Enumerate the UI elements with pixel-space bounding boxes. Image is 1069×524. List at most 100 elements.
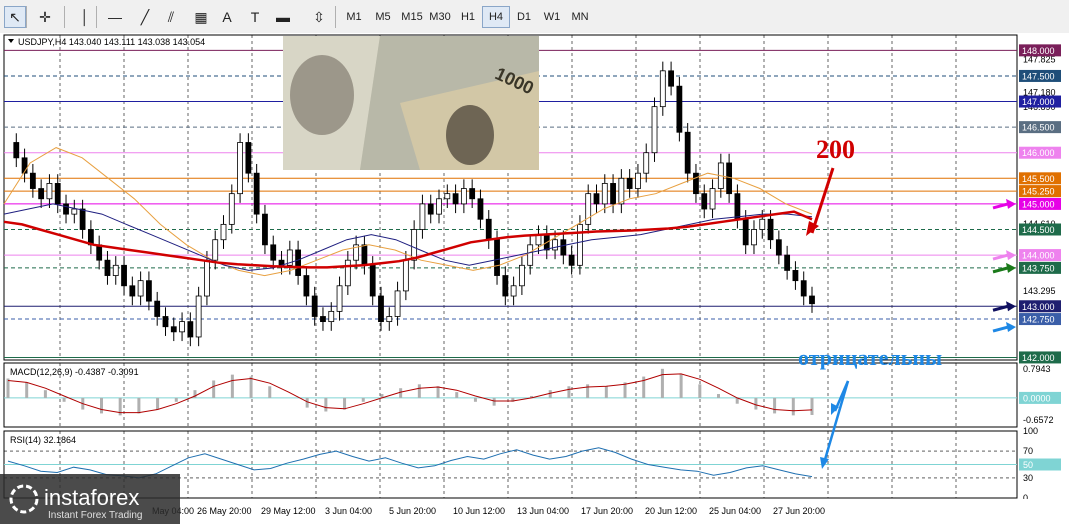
crosshair-tool[interactable]: ✛ xyxy=(34,6,56,28)
candle-body xyxy=(668,70,674,87)
horizontal-line-tool[interactable]: — xyxy=(104,6,126,28)
macd-axis-label: -0.6572 xyxy=(1023,415,1054,425)
candle-body xyxy=(419,203,426,230)
timeframe-m1[interactable]: M1 xyxy=(340,6,368,28)
price-tag-label: 142.000 xyxy=(1022,353,1055,363)
time-axis-label: 20 Jun 12:00 xyxy=(645,506,697,516)
time-axis-label: 29 May 12:00 xyxy=(261,506,316,516)
candle-body xyxy=(684,131,691,174)
cursor-tool[interactable]: ↖ xyxy=(4,6,26,28)
timeframe-mn[interactable]: MN xyxy=(566,6,594,28)
macd-label: MACD(12,26,9) -0.4387 -0.3091 xyxy=(10,367,139,377)
candle-body xyxy=(527,244,534,266)
candle-body xyxy=(54,183,61,205)
candle-body xyxy=(38,188,45,200)
candle-body xyxy=(162,316,169,328)
annotation-200: 200 xyxy=(816,135,855,164)
candle-body xyxy=(742,218,749,246)
candle-body xyxy=(63,203,69,215)
candle-body xyxy=(361,244,368,266)
candle-body xyxy=(809,295,815,305)
candle-body xyxy=(137,280,144,297)
fibonacci-tool[interactable]: ▦ xyxy=(190,6,212,28)
candle-body xyxy=(195,295,202,338)
candle-body xyxy=(593,193,600,205)
candle-body xyxy=(709,188,716,210)
text-label-tool[interactable]: T xyxy=(244,6,266,28)
rsi-axis-label: 100 xyxy=(1023,426,1038,436)
candle-body xyxy=(13,142,20,159)
candle-body xyxy=(336,285,343,312)
candle-body xyxy=(129,285,136,297)
macd-axis-label: 0.0000 xyxy=(1023,393,1051,403)
price-tag-label: 144.500 xyxy=(1022,225,1055,235)
annotation-negative: отрицательны xyxy=(798,345,942,370)
candle-body xyxy=(71,208,78,215)
candle-body xyxy=(96,244,103,261)
trendline-tool[interactable]: ╱ xyxy=(134,6,156,28)
arrows-tool[interactable]: ⇳ xyxy=(306,6,332,28)
chart-toolbar: ↖ ✛ │ — ╱ ⫽ ▦ A T ▬ ⇳ M1 M5 M15 M30 H1 H4 D1 W1 MN xyxy=(0,0,1069,34)
usd-jpy-banknotes-image: 1000 xyxy=(283,36,539,170)
candle-body xyxy=(187,321,194,338)
rectangle-tool[interactable]: ▬ xyxy=(272,6,294,28)
candle-body xyxy=(635,172,641,189)
vertical-line-tool[interactable]: │ xyxy=(74,6,96,28)
candle-body xyxy=(170,326,177,333)
candle-body xyxy=(146,280,152,302)
time-axis-label: 5 Jun 20:00 xyxy=(389,506,436,516)
candle-body xyxy=(568,254,575,266)
price-tag-label: 143.000 xyxy=(1022,302,1055,312)
timeframe-m15[interactable]: M15 xyxy=(398,6,426,28)
candle-body xyxy=(701,193,708,210)
price-axis-label: 143.295 xyxy=(1023,286,1056,296)
candle-body xyxy=(585,193,592,225)
toolbar-separator xyxy=(26,6,27,28)
candle-body xyxy=(328,310,335,323)
candle-body xyxy=(228,193,235,225)
candle-body xyxy=(469,188,476,200)
candle-body xyxy=(784,254,791,271)
candle-body xyxy=(767,218,774,241)
rsi-axis-label: 70 xyxy=(1023,446,1033,456)
time-axis-label: 13 Jun 04:00 xyxy=(517,506,569,516)
candle-body xyxy=(800,280,807,297)
candle-body xyxy=(452,193,459,205)
candle-body xyxy=(552,239,558,251)
candle-body xyxy=(751,229,757,246)
time-axis-label: 17 Jun 20:00 xyxy=(581,506,633,516)
candle-body xyxy=(212,239,219,261)
candle-body xyxy=(112,264,119,276)
candle-body xyxy=(726,162,733,195)
toolbar-separator xyxy=(96,6,97,28)
candle-body xyxy=(311,295,318,317)
candle-body xyxy=(676,85,683,133)
candle-body xyxy=(253,172,260,215)
candle-body xyxy=(204,259,210,297)
candle-body xyxy=(220,223,227,241)
price-tag-label: 143.750 xyxy=(1022,263,1055,273)
candle-body xyxy=(386,316,393,323)
channel-tool[interactable]: ⫽ xyxy=(160,6,182,28)
candle-body xyxy=(643,152,650,174)
price-chart: USDJPY,H4 143.040 143.111 143.038 143.05… xyxy=(0,33,1069,524)
candle-body xyxy=(601,183,608,205)
candle-body xyxy=(378,295,384,323)
rsi-axis-label: 30 xyxy=(1023,473,1033,483)
candle-body xyxy=(262,213,268,246)
timeframe-d1[interactable]: D1 xyxy=(510,6,538,28)
timeframe-h1[interactable]: H1 xyxy=(454,6,482,28)
candle-body xyxy=(477,198,484,220)
timeframe-h4[interactable]: H4 xyxy=(482,6,510,28)
price-tag-label: 144.000 xyxy=(1022,251,1055,261)
candle-body xyxy=(518,264,525,287)
candle-body xyxy=(759,218,766,230)
candle-body xyxy=(237,142,243,195)
timeframe-w1[interactable]: W1 xyxy=(538,6,566,28)
timeframe-m30[interactable]: M30 xyxy=(426,6,454,28)
candle-body xyxy=(626,177,633,189)
text-tool[interactable]: A xyxy=(216,6,238,28)
candle-body xyxy=(610,183,616,205)
timeframe-m5[interactable]: M5 xyxy=(369,6,397,28)
candle-body xyxy=(179,321,185,333)
